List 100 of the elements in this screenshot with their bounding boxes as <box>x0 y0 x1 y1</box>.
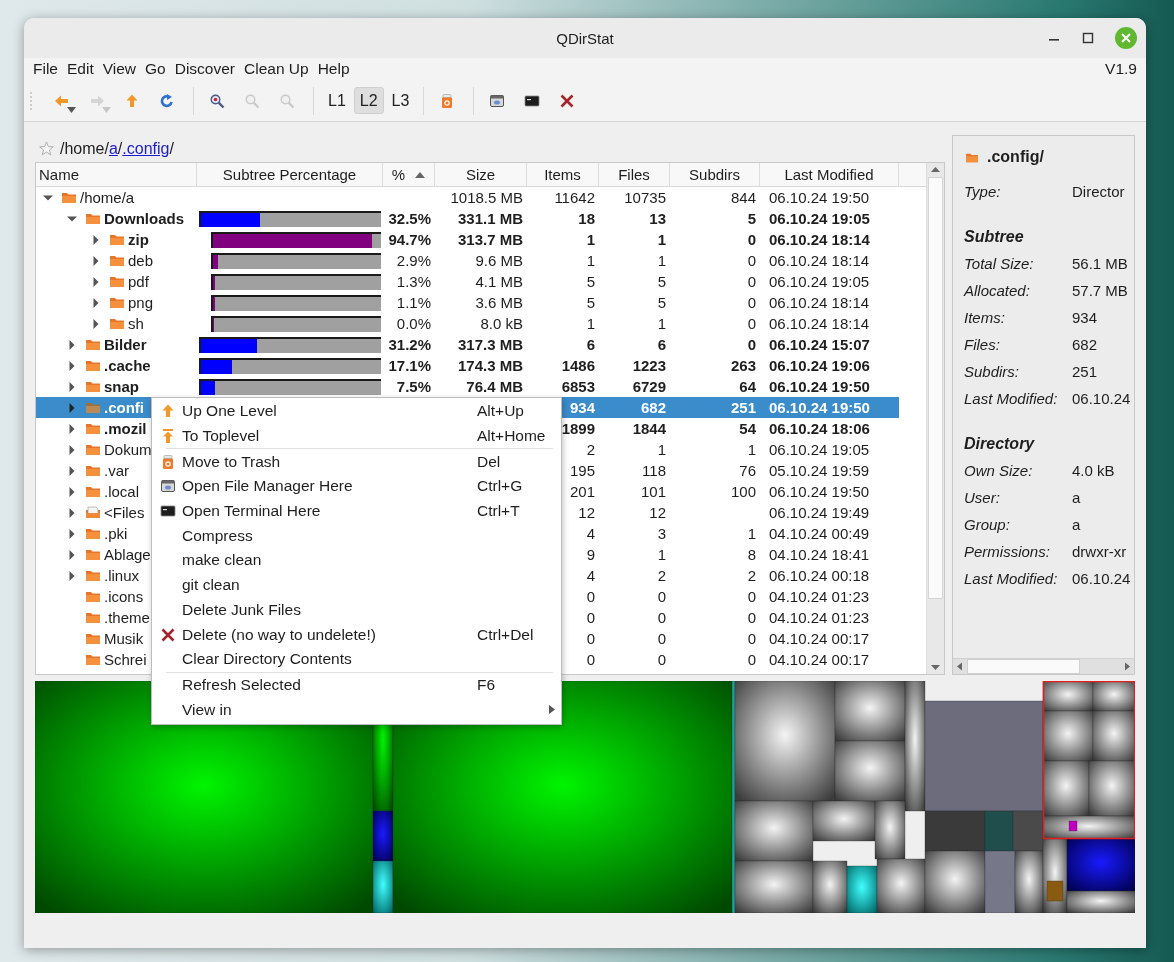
field-label: Permissions: <box>964 543 1051 560</box>
table-cell: 2 <box>657 567 666 584</box>
folder-name: .linux <box>104 567 140 584</box>
table-cell: 6729 <box>632 378 666 395</box>
table-cell: 1.1% <box>396 294 431 311</box>
table-cell: 1 <box>747 441 756 458</box>
table-cell: 1899 <box>561 420 595 437</box>
path-text: / <box>117 139 123 158</box>
table-cell: 0.0% <box>396 315 431 332</box>
folder-name: deb <box>128 252 154 269</box>
folder-name: .icons <box>104 588 144 605</box>
table-cell: 06.10.24 19:05 <box>769 210 870 227</box>
table-cell: 12 <box>649 504 666 521</box>
table-cell: 06.10.24 00:18 <box>769 567 870 584</box>
shortcut-label: F6 <box>477 675 497 694</box>
table-cell: 06.10.24 19:50 <box>769 189 870 206</box>
table-cell: 04.10.24 18:41 <box>769 546 870 563</box>
menu-label: Move to Trash <box>182 452 282 471</box>
field-label: Type: <box>964 183 1002 200</box>
table-cell: 8 <box>747 546 756 563</box>
table-cell: 06.10.24 18:06 <box>769 420 870 437</box>
table-cell: 0 <box>747 630 756 647</box>
menu-label: To Toplevel <box>182 427 261 446</box>
table-cell: 7.5% <box>396 378 431 395</box>
table-cell: 64 <box>739 378 756 395</box>
table-cell: 313.7 MB <box>457 231 523 248</box>
table-cell: 4 <box>586 567 595 584</box>
folder-name: sh <box>128 315 144 332</box>
field-value: 06.10.24 <box>1072 390 1131 407</box>
shortcut-label: Alt+Home <box>477 427 547 446</box>
table-cell: 54 <box>739 420 756 437</box>
table-cell: 1486 <box>561 357 595 374</box>
menu-label: Open File Manager Here <box>182 477 354 496</box>
table-cell: 4.1 MB <box>475 273 523 290</box>
table-cell: 6 <box>657 336 666 353</box>
shortcut-label: Alt+Up <box>477 402 525 421</box>
path-text: /home/ <box>60 139 109 158</box>
folder-name: png <box>128 294 154 311</box>
folder-name: <Files <box>104 504 145 521</box>
table-cell: 0 <box>657 588 666 605</box>
folder-name: Musik <box>104 630 144 647</box>
table-cell: 1844 <box>632 420 666 437</box>
table-cell: 1 <box>586 315 595 332</box>
table-cell: 0 <box>747 609 756 626</box>
folder-name: .confi <box>104 399 144 416</box>
table-cell: 31.2% <box>388 336 431 353</box>
field-label: User: <box>964 489 1001 506</box>
folder-name: .local <box>104 483 140 500</box>
field-value: 4.0 kB <box>1072 462 1115 479</box>
path-text: / <box>169 139 174 158</box>
field-label: Own Size: <box>964 462 1034 479</box>
table-cell: 5 <box>747 210 756 227</box>
table-cell: 844 <box>730 189 756 206</box>
table-cell: 1223 <box>632 357 666 374</box>
section-heading: Subtree <box>964 226 1025 247</box>
table-cell: 04.10.24 00:17 <box>769 630 870 647</box>
table-cell: 94.7% <box>388 231 431 248</box>
window-title: QDirStat <box>556 29 614 47</box>
table-cell: 0 <box>747 294 756 311</box>
table-cell: 251 <box>730 399 756 416</box>
menu-label: Compress <box>182 526 254 545</box>
table-cell: 5 <box>586 273 595 290</box>
table-cell: 3 <box>657 525 666 542</box>
folder-name: Downloads <box>104 210 184 227</box>
table-cell: 5 <box>657 294 666 311</box>
table-cell: 0 <box>747 336 756 353</box>
table-cell: 1018.5 MB <box>450 189 523 206</box>
folder-name: pdf <box>128 273 149 290</box>
version-label: V1.9 <box>1105 60 1137 78</box>
field-value: a <box>1072 489 1081 506</box>
field-label: Files: <box>964 336 1001 353</box>
table-cell: 04.10.24 01:23 <box>769 609 870 626</box>
shortcut-label: Ctrl+Del <box>477 625 535 644</box>
field-value: drwxr-xr <box>1072 543 1127 560</box>
folder-name: Bilder <box>104 336 147 353</box>
field-value: 934 <box>1072 309 1098 326</box>
table-cell: 9 <box>586 546 595 563</box>
table-cell: 317.3 MB <box>457 336 523 353</box>
folder-name: Schrei <box>104 651 147 668</box>
field-value: 56.1 MB <box>1072 255 1128 272</box>
menu-label: make clean <box>182 551 263 570</box>
table-cell: 18 <box>578 210 595 227</box>
menu-label: Open Terminal Here <box>182 502 322 521</box>
table-cell: 0 <box>586 630 595 647</box>
folder-name: .pki <box>104 525 128 542</box>
table-cell: 0 <box>747 273 756 290</box>
shortcut-label: Ctrl+T <box>477 502 521 521</box>
field-label: Last Modified: <box>964 570 1059 587</box>
table-cell: 0 <box>747 651 756 668</box>
field-value: 251 <box>1072 363 1098 380</box>
table-cell: 118 <box>642 462 666 479</box>
field-value: a <box>1072 516 1081 533</box>
table-cell: 4 <box>586 525 595 542</box>
table-cell: 17.1% <box>388 357 431 374</box>
field-label: Last Modified: <box>964 390 1059 407</box>
table-cell: 0 <box>657 630 666 647</box>
table-cell: 1 <box>657 231 666 248</box>
table-cell: 174.3 MB <box>457 357 523 374</box>
table-cell: 06.10.24 19:06 <box>769 357 870 374</box>
table-cell: 934 <box>569 399 595 416</box>
